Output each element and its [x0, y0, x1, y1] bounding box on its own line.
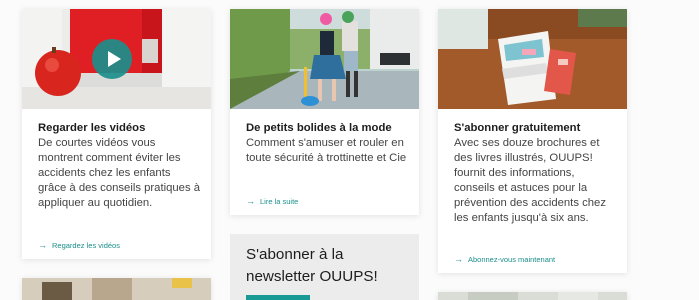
card-subscribe-link[interactable]: → Abonnez-vous maintenant — [454, 254, 555, 265]
newsletter-subscribe-button[interactable] — [246, 295, 310, 300]
card-scooters-link-label[interactable]: Lire la suite — [260, 197, 298, 206]
card-scooters[interactable]: De petits bolides à la mode Comment s'am… — [230, 9, 419, 215]
card-subscribe-image[interactable] — [438, 9, 627, 109]
card-scooters-title: De petits bolides à la mode — [246, 122, 392, 134]
card-subscribe-text: Avec ses douze brochures et des livres i… — [454, 137, 606, 224]
scooter-photo — [230, 9, 419, 109]
arrow-right-icon: → — [454, 254, 463, 264]
arrow-right-icon: → — [246, 196, 255, 206]
card-scooters-text: Comment s'amuser et rouler en toute sécu… — [246, 137, 407, 164]
card-videos-image[interactable] — [22, 9, 211, 109]
card-videos-link[interactable]: → Regardez les vidéos — [38, 240, 120, 251]
play-icon[interactable] — [92, 39, 132, 79]
card-videos-title: Regarder les vidéos — [38, 122, 146, 134]
card-scooters-link[interactable]: → Lire la suite — [246, 196, 298, 207]
card-videos-text: De courtes vidéos vous montrent comment … — [38, 137, 201, 209]
card-videos[interactable]: Regarder les vidéos De courtes vidéos vo… — [22, 9, 211, 259]
card-bottom-left-image — [22, 278, 211, 300]
card-bottom-right[interactable] — [438, 292, 627, 300]
brochures-photo — [438, 9, 627, 109]
card-videos-link-label[interactable]: Regardez les vidéos — [52, 241, 120, 250]
card-subscribe[interactable]: S'abonner gratuitement Avec ses douze br… — [438, 9, 627, 273]
card-subscribe-link-label[interactable]: Abonnez-vous maintenant — [468, 255, 555, 264]
card-bottom-left[interactable] — [22, 278, 211, 300]
newsletter-title: S'abonner à la newsletter OUUPS! — [246, 246, 378, 285]
newsletter-box: S'abonner à la newsletter OUUPS! — [230, 234, 419, 300]
card-subscribe-title: S'abonner gratuitement — [454, 122, 581, 134]
card-bottom-right-image — [438, 292, 627, 300]
arrow-right-icon: → — [38, 240, 47, 250]
card-scooters-image[interactable] — [230, 9, 419, 109]
